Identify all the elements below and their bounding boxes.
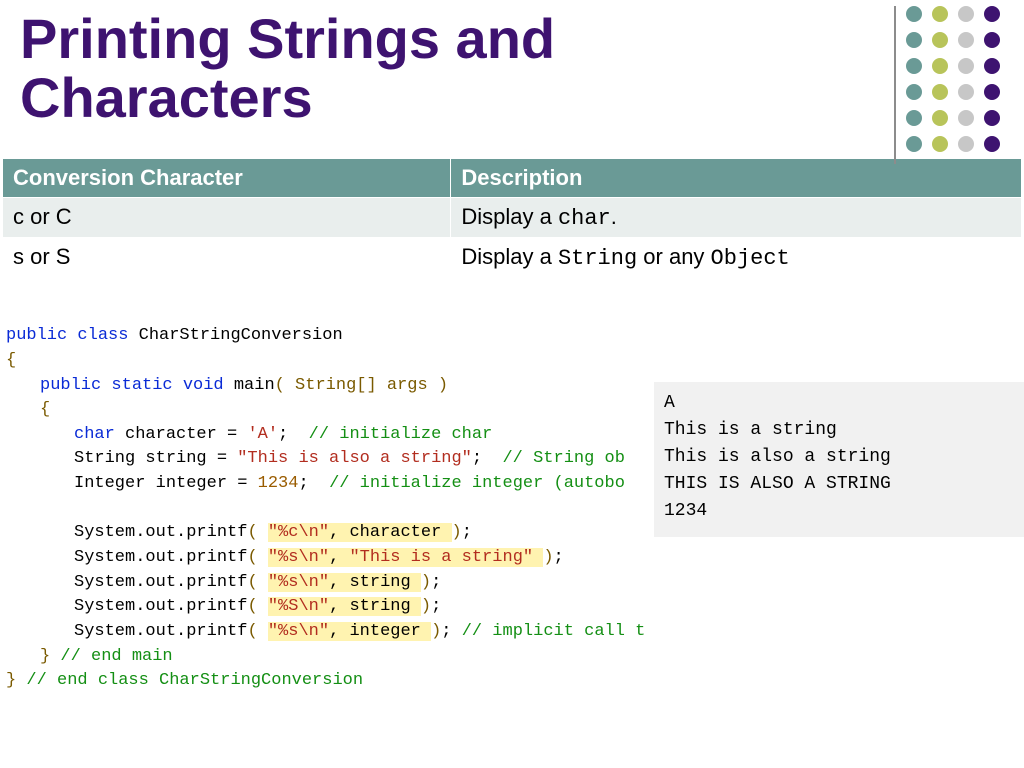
decoration-dot xyxy=(984,110,1000,126)
page-title: Printing Strings and Characters xyxy=(0,0,820,128)
decoration-dot xyxy=(932,6,948,22)
conversion-table: Conversion Character Description c or C … xyxy=(2,158,1022,278)
decoration-dot xyxy=(958,84,974,100)
desc-text: or any xyxy=(637,244,710,269)
decoration-dot xyxy=(906,84,922,100)
vertical-divider xyxy=(894,6,896,164)
decoration-dot xyxy=(984,136,1000,152)
decoration-dot xyxy=(958,32,974,48)
desc-cell: Display a char. xyxy=(451,197,1022,237)
console-output: A This is a string This is also a string… xyxy=(654,382,1024,537)
decoration-dot xyxy=(958,58,974,74)
desc-text: Display a xyxy=(461,244,558,269)
decoration-dot xyxy=(906,6,922,22)
spec-cell: c or C xyxy=(3,197,451,237)
decoration-dot xyxy=(958,136,974,152)
decoration-dot xyxy=(984,6,1000,22)
decoration-dot xyxy=(906,110,922,126)
desc-cell: Display a String or any Object xyxy=(451,237,1022,277)
decoration-dot xyxy=(932,84,948,100)
desc-code: Object xyxy=(711,246,790,271)
decoration-dot xyxy=(906,58,922,74)
dot-grid-decoration xyxy=(906,6,1006,158)
decoration-dot xyxy=(906,136,922,152)
decoration-dot xyxy=(932,58,948,74)
decoration-dot xyxy=(958,6,974,22)
desc-text: Display a xyxy=(461,204,558,229)
col-header-desc: Description xyxy=(451,158,1022,197)
col-header-spec: Conversion Character xyxy=(3,158,451,197)
decoration-dot xyxy=(984,58,1000,74)
desc-code: char xyxy=(558,206,611,231)
decoration-dot xyxy=(984,84,1000,100)
decoration-dot xyxy=(932,32,948,48)
desc-text: . xyxy=(611,204,617,229)
decoration-dot xyxy=(932,110,948,126)
decoration-dot xyxy=(932,136,948,152)
code-block: public class CharStringConversion { publ… xyxy=(0,300,645,694)
table-row: s or S Display a String or any Object xyxy=(3,237,1022,277)
decoration-dot xyxy=(984,32,1000,48)
table-row: c or C Display a char. xyxy=(3,197,1022,237)
spec-cell: s or S xyxy=(3,237,451,277)
decoration-dot xyxy=(958,110,974,126)
desc-code: String xyxy=(558,246,637,271)
decoration-dot xyxy=(906,32,922,48)
